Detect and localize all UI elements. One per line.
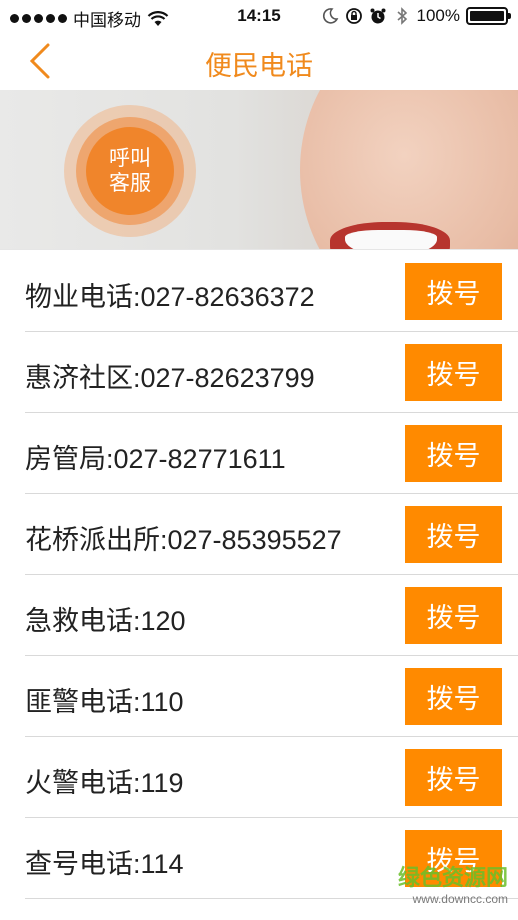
dial-button[interactable]: 拨号 [405, 587, 502, 644]
rotation-lock-icon [345, 8, 362, 24]
contact-label: 急救电话:120 [25, 606, 186, 636]
battery-percent: 100% [416, 6, 460, 25]
contact-label: 匪警电话:110 [25, 687, 184, 717]
watermark-url: www.downcc.com [412, 892, 508, 906]
list-item: 惠济社区:027-82623799 拨号 [25, 332, 518, 413]
headset-arm [420, 240, 518, 249]
status-right: 100% [321, 6, 511, 26]
list-item: 火警电话:119 拨号 [25, 737, 518, 818]
watermark: 绿色资源网 www.downcc.com [398, 860, 508, 906]
dial-button[interactable]: 拨号 [405, 749, 502, 806]
list-item: 花桥派出所:027-85395527 拨号 [25, 494, 518, 575]
list-item: 房管局:027-82771611 拨号 [25, 413, 518, 494]
status-bar: 中国移动 14:15 100% [0, 0, 518, 34]
bluetooth-icon [396, 7, 407, 25]
contact-label: 房管局:027-82771611 [25, 444, 286, 474]
call-service-badge[interactable]: 呼叫 客服 [64, 105, 196, 237]
battery-icon [466, 7, 511, 25]
phone-list: 物业电话:027-82636372 拨号 惠济社区:027-82623799 拨… [0, 251, 518, 899]
customer-service-banner: 呼叫 客服 [0, 90, 518, 250]
contact-label: 花桥派出所:027-85395527 [25, 525, 342, 555]
dial-button[interactable]: 拨号 [405, 506, 502, 563]
alarm-icon [370, 8, 386, 24]
contact-label: 火警电话:119 [25, 768, 184, 798]
badge-line-2: 客服 [109, 172, 151, 195]
moon-icon [322, 8, 338, 24]
list-item: 物业电话:027-82636372 拨号 [25, 251, 518, 332]
contact-label: 惠济社区:027-82623799 [25, 363, 315, 393]
page-title: 便民电话 [205, 51, 313, 81]
list-item: 匪警电话:110 拨号 [25, 656, 518, 737]
dial-button[interactable]: 拨号 [405, 425, 502, 482]
badge-line-1: 呼叫 [109, 147, 151, 170]
contact-label: 查号电话:114 [25, 849, 184, 879]
dial-button[interactable]: 拨号 [405, 263, 502, 320]
contact-label: 物业电话:027-82636372 [25, 282, 315, 312]
watermark-title: 绿色资源网 [397, 865, 508, 890]
nav-bar: 便民电话 [0, 34, 518, 88]
list-item: 急救电话:120 拨号 [25, 575, 518, 656]
dial-button[interactable]: 拨号 [405, 668, 502, 725]
dial-button[interactable]: 拨号 [405, 344, 502, 401]
